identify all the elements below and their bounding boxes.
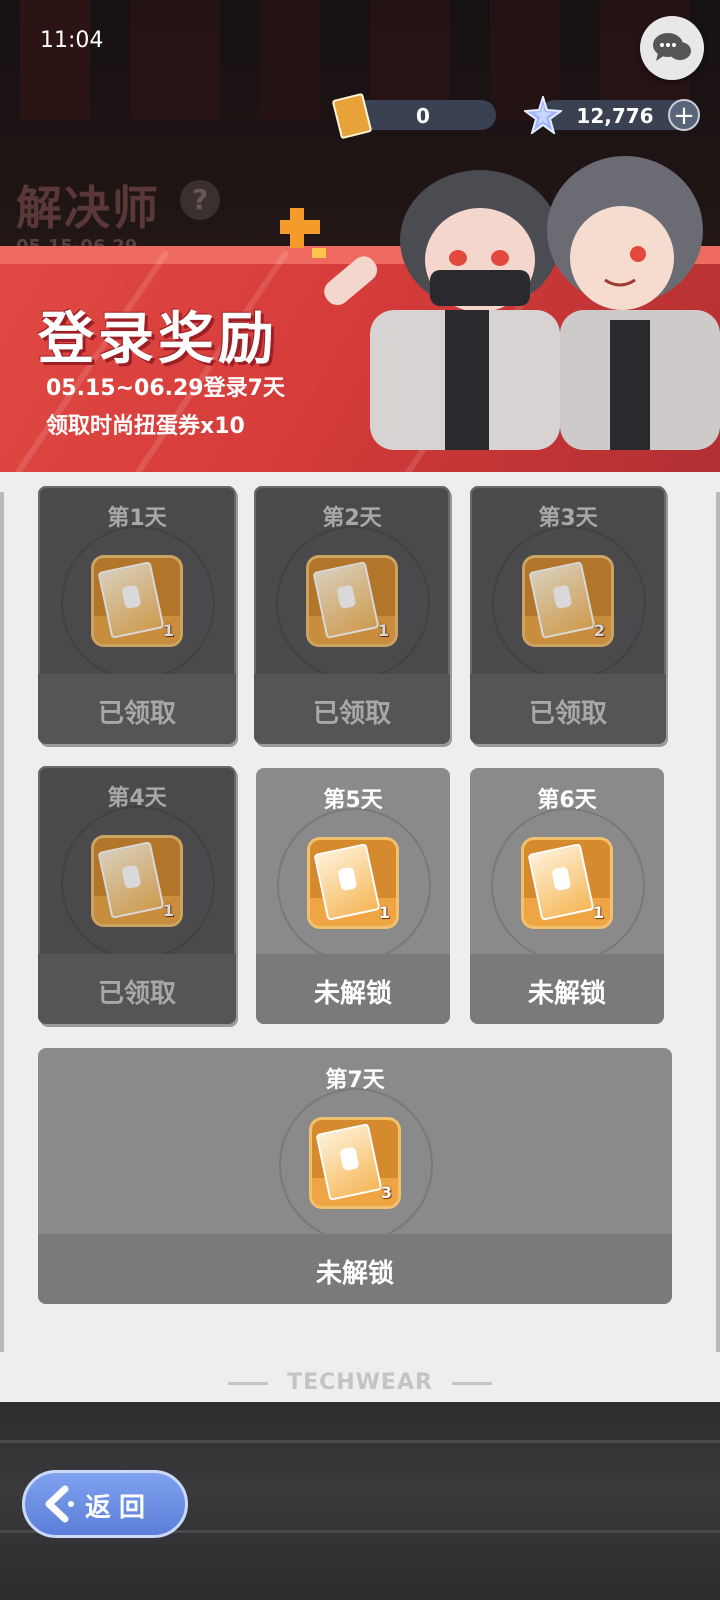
fashion-ticket-icon[interactable]: 1 (524, 840, 610, 926)
shirt-icon (337, 866, 358, 892)
fashion-ticket-icon[interactable]: 1 (94, 558, 180, 644)
item-quantity: 1 (162, 621, 174, 640)
panel-rail-right (716, 492, 720, 1352)
ticket-counter: 0 (350, 100, 496, 130)
claim-status: 未解锁 (527, 979, 606, 1009)
panel-rail-left (0, 492, 4, 1352)
banner-period: 05.15~06.29登录7天 (46, 376, 285, 401)
claim-status: 未解锁 (315, 1259, 394, 1289)
back-label: 返回 (85, 1493, 154, 1523)
status-time: 11:04 (40, 28, 104, 53)
day-label: 第3天 (538, 506, 598, 531)
shirt-icon (551, 866, 572, 892)
fashion-ticket-icon[interactable]: 1 (309, 558, 395, 644)
item-quantity: 1 (377, 621, 389, 640)
fashion-ticket-icon[interactable]: 1 (94, 838, 180, 924)
fashion-ticket-icon[interactable]: 2 (525, 558, 611, 644)
sparkle-decoration (280, 208, 326, 258)
ticket-count: 0 (416, 104, 430, 128)
claim-status: 已领取 (97, 699, 176, 729)
shirt-icon (552, 584, 573, 610)
item-quantity: 3 (380, 1183, 392, 1202)
divider (452, 1382, 492, 1385)
day-label: 第1天 (107, 506, 167, 531)
reward-card-day-6[interactable]: 第6天 1 未解锁 (470, 768, 664, 1024)
shirt-icon (121, 864, 142, 890)
item-quantity: 1 (378, 903, 390, 922)
banner-title: 登录奖励 (38, 307, 278, 372)
help-icon[interactable]: ? (180, 180, 220, 220)
day-label: 第2天 (322, 506, 382, 531)
chat-button[interactable] (640, 16, 704, 80)
item-quantity: 1 (162, 901, 174, 920)
claim-status: 未解锁 (313, 979, 392, 1009)
back-button[interactable]: 返回 (22, 1470, 188, 1538)
reward-card-day-7[interactable]: 第7天 3 未解锁 (38, 1048, 672, 1304)
claim-status: 已领取 (528, 699, 607, 729)
claim-status: 已领取 (97, 979, 176, 1009)
shirt-icon (336, 584, 357, 610)
fashion-ticket-icon[interactable]: 1 (310, 840, 396, 926)
techwear-brand: TECHWEAR (287, 1370, 433, 1395)
event-title: 解决师 (16, 181, 160, 235)
reward-card-day-1[interactable]: 第1天 1 已领取 (38, 486, 236, 744)
character-artwork (280, 156, 720, 450)
day-label: 第5天 (323, 788, 383, 813)
reward-card-day-5[interactable]: 第5天 1 未解锁 (256, 768, 450, 1024)
fashion-ticket-icon[interactable]: 3 (312, 1120, 398, 1206)
shirt-icon (339, 1146, 360, 1172)
item-quantity: 1 (592, 903, 604, 922)
reward-card-day-2[interactable]: 第2天 1 已领取 (254, 486, 450, 744)
reward-card-day-3[interactable]: 第3天 2 已领取 (470, 486, 666, 744)
character-left (324, 170, 560, 450)
back-arrow-icon (45, 1485, 74, 1523)
day-label: 第4天 (107, 786, 167, 811)
banner-reward-text: 领取时尚扭蛋券x10 (46, 414, 245, 439)
star-crystal-icon (524, 96, 562, 134)
day-label: 第6天 (537, 788, 597, 813)
shirt-icon (121, 584, 142, 610)
character-right (547, 156, 720, 450)
item-quantity: 2 (593, 621, 605, 640)
divider (228, 1382, 268, 1385)
day-label: 第7天 (325, 1068, 385, 1093)
chat-bubbles-icon (653, 33, 691, 61)
add-gems-button[interactable]: + (668, 99, 700, 131)
reward-card-day-4[interactable]: 第4天 1 已领取 (38, 766, 236, 1024)
claim-status: 已领取 (312, 699, 391, 729)
